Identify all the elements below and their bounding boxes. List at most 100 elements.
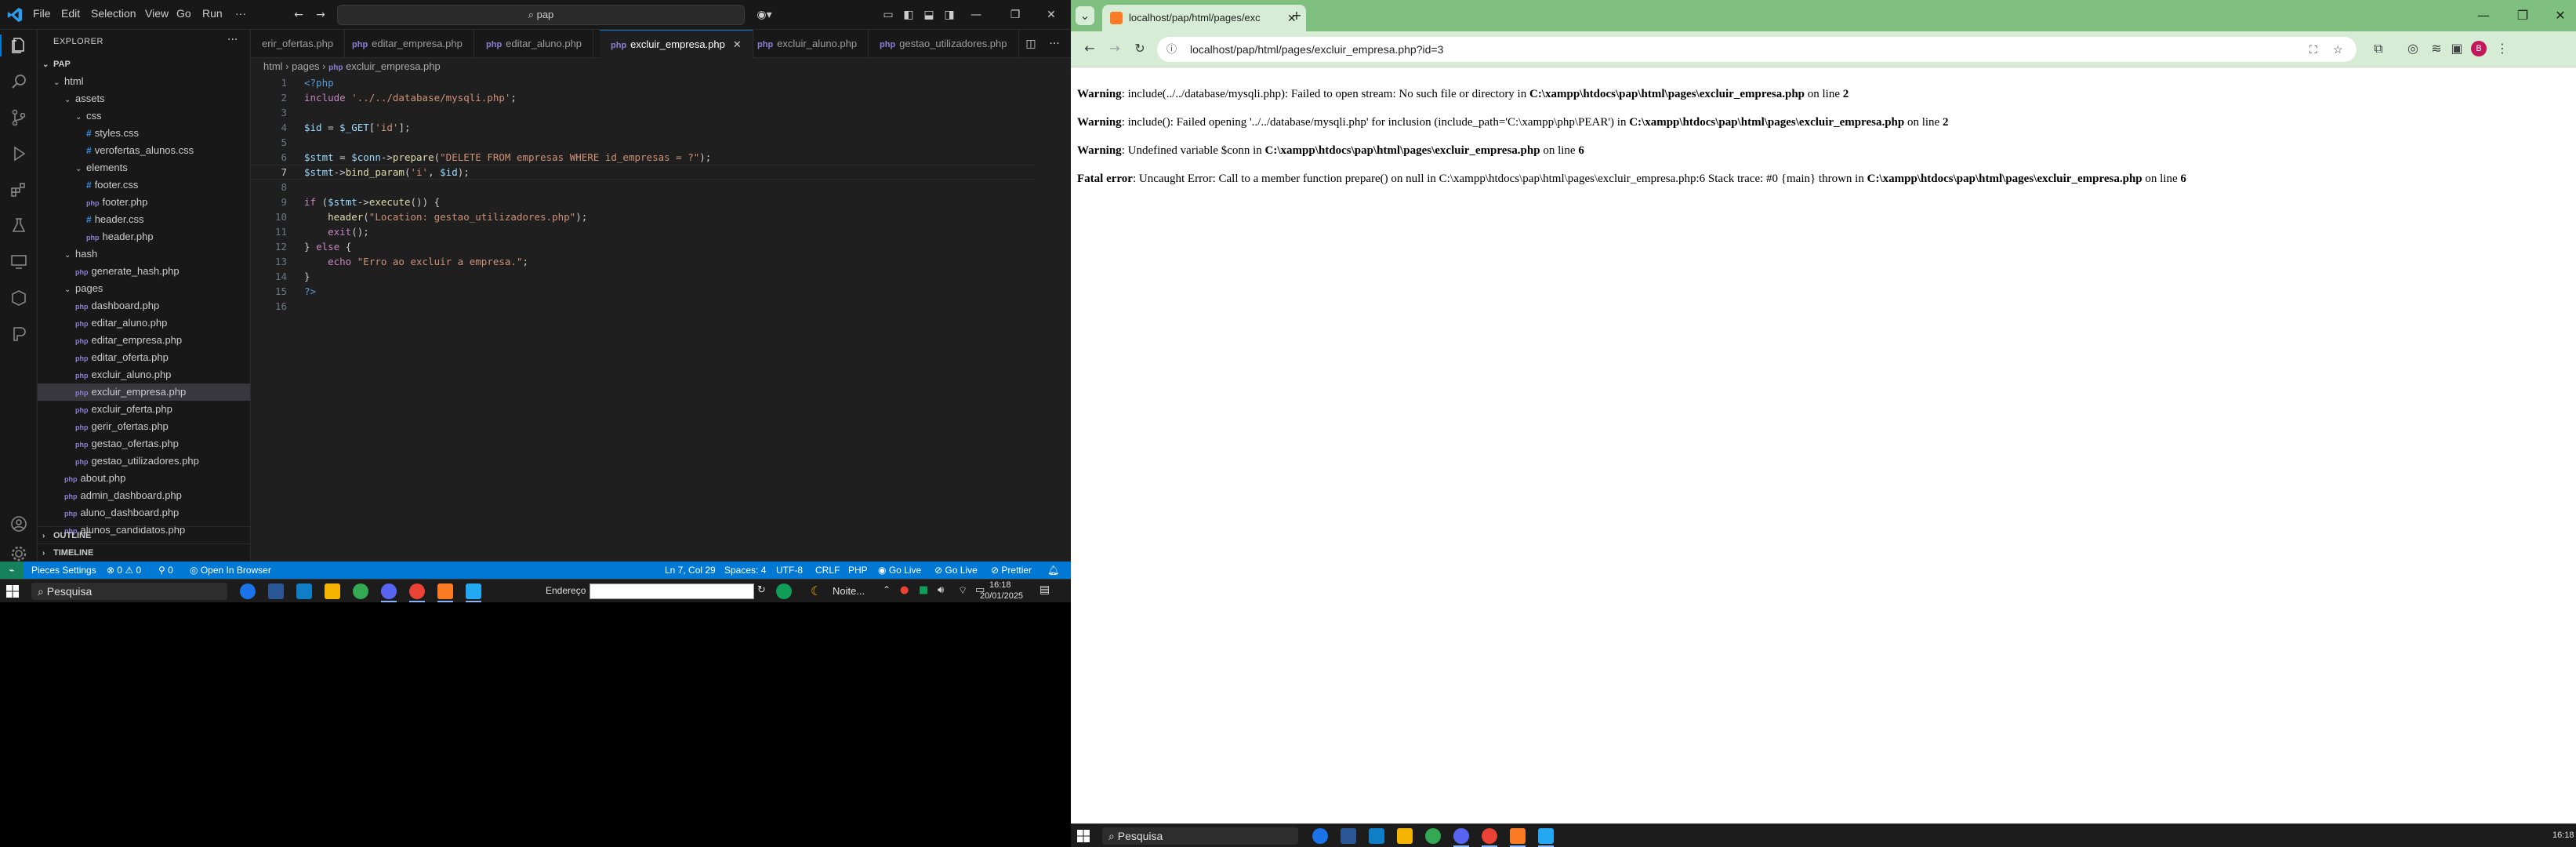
app-icon[interactable] <box>776 583 792 599</box>
tree-file[interactable]: php gestao_utilizadores.php <box>38 453 250 470</box>
tree-file[interactable]: php gestao_ofertas.php <box>38 435 250 453</box>
breadcrumb-item[interactable]: excluir_empresa.php <box>346 60 441 72</box>
pieces-settings[interactable]: Pieces Settings <box>31 562 96 579</box>
chevron-up-icon[interactable]: ⌃ <box>883 584 891 595</box>
tree-file[interactable]: php excluir_empresa.php <box>38 384 250 401</box>
tab-excluir-empresa[interactable]: php excluir_empresa.php ✕ <box>600 30 753 58</box>
site-info-icon[interactable]: ⓘ <box>1166 37 1177 62</box>
breadcrumb-item[interactable]: pages <box>292 60 319 72</box>
go-live-2[interactable]: ⊘ Go Live <box>934 562 978 579</box>
network-icon[interactable]: ⌔ <box>958 584 967 597</box>
menu-file[interactable]: File <box>33 7 51 20</box>
toggle-panel-icon[interactable]: ⬓ <box>920 6 938 24</box>
indentation[interactable]: Spaces: 4 <box>724 562 766 579</box>
vscode-taskbar-icon[interactable] <box>466 583 481 599</box>
code-editor[interactable]: 1 <?php 2 include '../../database/mysqli.ph… <box>251 75 1071 562</box>
forward-arrow-icon[interactable]: → <box>1105 39 1124 58</box>
tab-gerir-ofertas[interactable]: erir_ofertas.php <box>251 30 346 58</box>
close-window-icon[interactable]: ✕ <box>2551 6 2570 25</box>
back-arrow-icon[interactable]: ← <box>290 6 307 24</box>
search-icon[interactable] <box>9 72 28 91</box>
toggle-secondary-sidebar-icon[interactable]: ◨ <box>941 6 958 24</box>
tree-folder[interactable]: ⌄ assets <box>38 90 250 107</box>
taskbar-search[interactable]: ⌕ Pesquisa <box>31 583 227 600</box>
code-line[interactable]: } <box>304 269 310 284</box>
edge-icon[interactable] <box>1312 828 1328 844</box>
tree-file[interactable]: php editar_aluno.php <box>38 314 250 332</box>
browser-tab[interactable]: localhost/pap/html/pages/exc ✕ <box>1102 5 1306 31</box>
chrome-menu-icon[interactable]: ⋮ <box>2493 39 2512 58</box>
tab-excluir-aluno[interactable]: php excluir_aluno.php <box>746 30 869 58</box>
tree-folder[interactable]: ⌄ elements <box>38 159 250 176</box>
tree-file[interactable]: php editar_empresa.php <box>38 332 250 349</box>
code-line[interactable]: } else { <box>304 239 351 254</box>
tree-folder[interactable]: ⌄ css <box>38 107 250 125</box>
code-line[interactable]: exit(); <box>304 224 369 239</box>
profile-avatar[interactable]: B <box>2471 41 2487 56</box>
windows-start-icon[interactable] <box>6 585 19 598</box>
more-actions-icon[interactable]: ··· <box>1046 35 1063 53</box>
store-icon[interactable] <box>1341 828 1356 844</box>
menu-view[interactable]: View <box>145 7 169 20</box>
file-explorer-icon[interactable] <box>1397 828 1413 844</box>
toggle-sidebar-icon[interactable]: ◧ <box>900 6 917 24</box>
code-line[interactable]: $stmt->bind_param('i', $id); <box>304 165 470 180</box>
open-in-browser[interactable]: ◎ Open In Browser <box>190 562 271 579</box>
side-panel-icon[interactable]: ▣ <box>2447 39 2466 58</box>
extension-icon[interactable]: ◎ <box>2404 39 2422 58</box>
timeline-section[interactable]: › TIMELINE <box>38 543 250 561</box>
xampp-icon[interactable] <box>437 583 453 599</box>
ports-indicator[interactable]: ⚲ 0 <box>158 562 173 579</box>
containers-icon[interactable] <box>9 289 28 307</box>
language-mode[interactable]: PHP <box>848 562 868 579</box>
close-tab-icon[interactable]: ✕ <box>733 38 742 50</box>
back-arrow-icon[interactable]: ← <box>1080 39 1099 58</box>
tree-file[interactable]: php dashboard.php <box>38 297 250 314</box>
line-endings[interactable]: CRLF <box>815 562 840 579</box>
code-line[interactable]: header("Location: gestao_utilizadores.ph… <box>304 209 587 224</box>
weather-text[interactable]: Noite... <box>833 585 865 597</box>
tree-file[interactable]: php excluir_aluno.php <box>38 366 250 384</box>
taskbar-time[interactable]: 16:18 <box>2552 831 2574 840</box>
problems-indicator[interactable]: ⊗ 0 ⚠ 0 <box>107 562 141 579</box>
extension-icon[interactable]: ≋ <box>2427 39 2446 58</box>
new-tab-icon[interactable]: + <box>1287 6 1306 25</box>
minimize-icon[interactable]: — <box>2474 6 2493 25</box>
notifications-icon[interactable]: ▤ <box>1039 583 1050 596</box>
minimize-icon[interactable]: — <box>967 6 985 24</box>
project-root[interactable]: ⌄ PAP <box>38 56 250 73</box>
code-line[interactable]: if ($stmt->execute()) { <box>304 194 440 209</box>
chrome-icon[interactable] <box>1425 828 1441 844</box>
tree-folder[interactable]: ⌄ hash <box>38 245 250 263</box>
code-line[interactable]: <?php <box>304 75 334 90</box>
settings-gear-icon[interactable] <box>9 544 28 563</box>
source-control-icon[interactable] <box>9 108 28 127</box>
discord-icon[interactable] <box>1453 828 1469 844</box>
xampp-icon[interactable] <box>1510 828 1526 844</box>
extensions-icon[interactable] <box>9 180 28 199</box>
store-icon[interactable] <box>268 583 284 599</box>
tree-file[interactable]: php generate_hash.php <box>38 263 250 280</box>
tree-file[interactable]: php admin_dashboard.php <box>38 487 250 504</box>
tree-folder[interactable]: ⌄ html <box>38 73 250 90</box>
tree-file[interactable]: # footer.css <box>38 176 250 194</box>
taskbar-search[interactable]: ⌕ Pesquisa <box>1102 827 1298 845</box>
command-center-search[interactable]: ⌕ pap <box>337 5 745 25</box>
restore-icon[interactable]: ❐ <box>2513 6 2532 25</box>
explorer-more-icon[interactable]: ··· <box>227 34 238 46</box>
tray-app-icon[interactable]: ■ <box>919 584 928 596</box>
code-line[interactable]: include '../../database/mysqli.php'; <box>304 90 517 105</box>
breadcrumb-item[interactable]: html <box>263 60 283 72</box>
code-line[interactable]: $stmt = $conn->prepare("DELETE FROM empr… <box>304 150 711 165</box>
photos-icon[interactable] <box>296 583 312 599</box>
close-window-icon[interactable]: ✕ <box>1043 6 1060 24</box>
reload-icon[interactable]: ↻ <box>1130 39 1149 58</box>
tree-file[interactable]: php footer.php <box>38 194 250 211</box>
restore-icon[interactable]: ❐ <box>1007 6 1024 24</box>
code-line[interactable]: echo "Erro ao excluir a empresa."; <box>304 254 528 269</box>
chrome-icon[interactable] <box>353 583 368 599</box>
tree-file[interactable]: php editar_oferta.php <box>38 349 250 366</box>
tree-file[interactable]: # verofertas_alunos.css <box>38 142 250 159</box>
extensions-puzzle-icon[interactable]: ⧉ <box>2369 39 2388 58</box>
menu-run[interactable]: Run <box>202 7 223 20</box>
